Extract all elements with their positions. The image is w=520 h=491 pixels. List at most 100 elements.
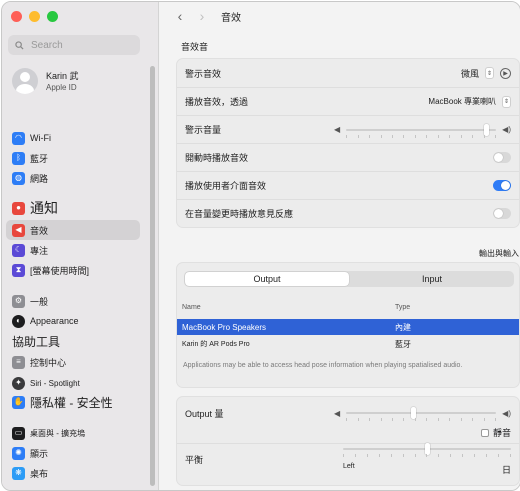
table-row[interactable]: MacBook Pro Speakers 內建 <box>177 319 519 335</box>
alert-volume-row: 警示音量 ◀ ◀) <box>177 115 519 143</box>
appearance-icon: ◐ <box>12 314 25 328</box>
sidebar-item-wifi[interactable]: ◠ Wi-Fi <box>6 128 140 148</box>
ui-sounds-row: 播放使用者介面音效 <box>177 171 519 199</box>
output-volume-label: Output 量 <box>185 408 224 419</box>
speaker-low-icon: ◀ <box>334 408 341 418</box>
sidebar-item-desktop-dock[interactable]: ▭ 桌面與 - 擴充塢 <box>6 423 140 443</box>
wallpaper-icon: ❋ <box>12 466 25 480</box>
alert-volume-slider[interactable] <box>346 123 497 138</box>
sidebar-item-general[interactable]: ⚙ 一般 <box>6 291 140 311</box>
sidebar-item-displays[interactable]: ✺ 顯示 <box>6 443 140 463</box>
tab-output[interactable]: Output <box>185 272 349 286</box>
sidebar-item-label: 專注 <box>30 245 49 256</box>
sidebar-item-control-center[interactable]: ≡ 控制中心 <box>6 352 140 372</box>
account-name: Karin 武 <box>46 70 79 81</box>
wifi-icon: ◠ <box>12 131 25 145</box>
search-field[interactable] <box>8 35 140 55</box>
speaker-high-icon: ◀) <box>502 408 511 418</box>
mute-checkbox[interactable] <box>480 428 489 437</box>
balance-row: 平衡 Left 日 <box>177 442 519 475</box>
dock-icon: ▭ <box>12 426 25 440</box>
table-row[interactable]: Karin 的 AR Pods Pro 藍牙 <box>177 336 519 352</box>
sidebar: Karin 武 Apple ID ◠ Wi-Fi ᛒ 藍牙 ◍ 網路 ● 通知 … <box>2 2 159 490</box>
zoom-button[interactable] <box>47 11 58 22</box>
play-through-stepper[interactable]: ⇕ <box>502 95 511 108</box>
sidebar-item-label: Siri - Spotlight <box>30 378 80 388</box>
play-through-value[interactable]: MacBook 專業喇叭 <box>428 96 496 107</box>
startup-sound-label: 開動時播放音效 <box>185 153 249 163</box>
sidebar-item-label: 通知 <box>30 200 58 216</box>
sidebar-item-label: 顯示 <box>30 448 49 459</box>
alert-volume-label: 警示音量 <box>185 125 222 135</box>
device-table-header: Name Type <box>177 299 519 317</box>
sidebar-item-appearance[interactable]: ◐ Appearance <box>6 311 140 331</box>
sidebar-item-label: 桌布 <box>30 468 49 479</box>
sidebar-item-sound[interactable]: ◀ 音效 <box>6 220 140 240</box>
sound-effects-card: 警示音效 微風 ⇕ ▶ 播放音效，透過 MacBook 專業喇叭 ⇕ 警示音量 … <box>176 58 520 228</box>
sidebar-item-label: 隱私權 - 安全性 <box>30 395 113 410</box>
device-type: 藍牙 <box>395 339 411 349</box>
search-input[interactable] <box>29 38 133 52</box>
play-through-label: 播放音效，透過 <box>185 97 249 107</box>
mute-label: 靜音 <box>492 428 511 438</box>
startup-sound-toggle[interactable] <box>493 152 511 163</box>
toolbar: ‹ › 音效 <box>159 2 520 30</box>
output-input-tabs: Output Input <box>184 271 514 287</box>
main-pane: ‹ › 音效 音效音 警示音效 微風 ⇕ ▶ 播放音效，透過 MacBook 專… <box>159 2 520 490</box>
volume-feedback-row: 在音量變更時播放意見反應 <box>177 199 519 227</box>
output-volume-card: Output 量 ◀ ◀) 靜音 平衡 Left 日 <box>176 396 520 486</box>
bell-icon: ● <box>12 201 25 215</box>
sidebar-item-label: [螢幕使用時間] <box>30 265 90 276</box>
gear-icon: ⚙ <box>12 294 25 308</box>
balance-right-label: 日 <box>501 464 511 475</box>
sidebar-item-accessibility[interactable]: 協助工具 <box>6 331 140 351</box>
account-subtitle: Apple ID <box>46 82 77 92</box>
back-button[interactable]: ‹ <box>169 8 191 24</box>
hourglass-icon: ⧗ <box>12 263 25 277</box>
speaker-high-icon: ◀) <box>502 125 511 134</box>
balance-label: 平衡 <box>185 454 204 465</box>
sidebar-item-screen-time[interactable]: ⧗ [螢幕使用時間] <box>6 260 140 280</box>
alert-sound-label: 警示音效 <box>185 68 222 79</box>
device-name: Karin 的 AR Pods Pro <box>182 341 250 348</box>
apple-id-account[interactable]: Karin 武 Apple ID <box>12 68 79 94</box>
mute-control[interactable]: 靜音 <box>480 426 511 439</box>
ui-sounds-toggle[interactable] <box>493 180 511 191</box>
tab-input[interactable]: Input <box>350 271 514 287</box>
ui-sounds-label: 播放使用者介面音效 <box>185 181 267 191</box>
alert-sound-stepper[interactable]: ⇕ <box>485 67 494 79</box>
play-icon[interactable]: ▶ <box>500 67 511 79</box>
balance-slider[interactable] <box>343 442 511 457</box>
hand-icon: ✋ <box>12 395 25 409</box>
sidebar-item-siri-spotlight[interactable]: ✦ Siri - Spotlight <box>6 373 140 393</box>
sidebar-item-label: 音效 <box>30 225 49 236</box>
volume-feedback-label: 在音量變更時播放意見反應 <box>185 209 294 219</box>
settings-window: Karin 武 Apple ID ◠ Wi-Fi ᛒ 藍牙 ◍ 網路 ● 通知 … <box>1 1 520 491</box>
output-volume-slider[interactable] <box>346 407 497 421</box>
sidebar-item-focus[interactable]: ☾ 專注 <box>6 240 140 260</box>
device-name: MacBook Pro Speakers <box>182 322 267 332</box>
forward-button[interactable]: › <box>191 8 213 24</box>
minimize-button[interactable] <box>29 11 40 22</box>
alert-sound-value[interactable]: 微風 <box>461 67 479 80</box>
volume-feedback-toggle[interactable] <box>493 208 511 219</box>
siri-icon: ✦ <box>12 376 25 390</box>
sidebar-item-label: 桌面與 - 擴充塢 <box>30 428 86 438</box>
spatial-audio-note: Applications may be able to access head … <box>183 362 463 369</box>
column-name[interactable]: Name <box>182 304 201 311</box>
sound-effects-heading: 音效音 <box>181 42 209 52</box>
sidebar-item-notifications[interactable]: ● 通知 <box>6 198 140 218</box>
sidebar-item-network[interactable]: ◍ 網路 <box>6 168 140 188</box>
column-type[interactable]: Type <box>395 304 410 311</box>
sidebar-scrollbar[interactable] <box>150 66 155 486</box>
sidebar-item-label: Appearance <box>30 316 79 326</box>
output-input-card: Output Input Name Type MacBook Pro Speak… <box>176 262 520 388</box>
close-button[interactable] <box>11 11 22 22</box>
sidebar-item-label: 網路 <box>30 173 49 184</box>
avatar <box>12 68 38 94</box>
play-through-row: 播放音效，透過 MacBook 專業喇叭 ⇕ <box>177 87 519 115</box>
sidebar-item-label: 一般 <box>30 296 49 307</box>
sidebar-item-privacy-security[interactable]: ✋ 隱私權 - 安全性 <box>6 392 140 412</box>
sidebar-item-bluetooth[interactable]: ᛒ 藍牙 <box>6 148 140 168</box>
sidebar-item-wallpaper[interactable]: ❋ 桌布 <box>6 463 140 483</box>
